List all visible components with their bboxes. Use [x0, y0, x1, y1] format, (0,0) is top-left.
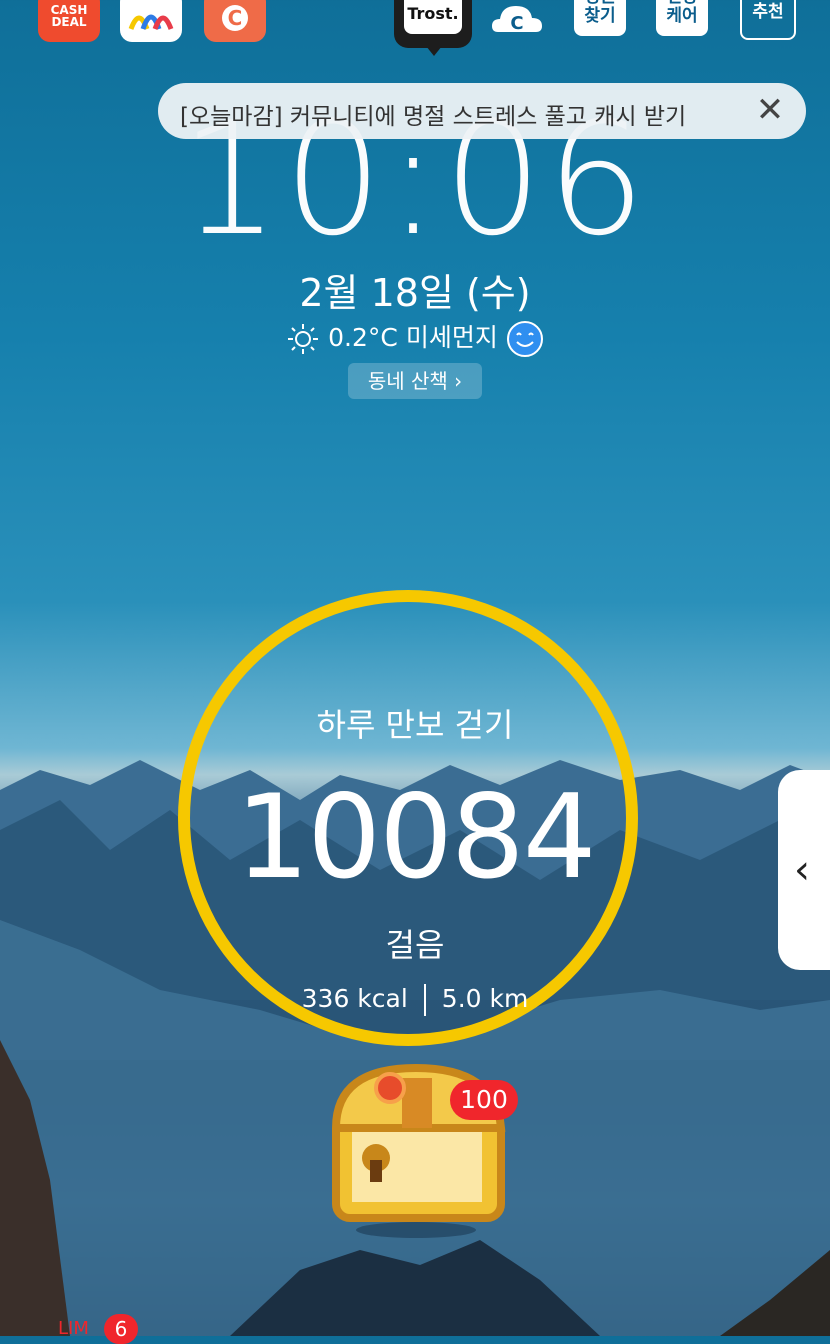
top-app-bar: CASHDEAL C Trost. C 명원찾기 건강케어 추천 [0, 0, 830, 60]
promo-banner-text: [오늘마감] 커뮤니티에 명절 스트레스 풀고 캐시 받기 [180, 104, 687, 130]
cloud-c-icon[interactable]: C [490, 0, 544, 36]
paw-c-icon: C [222, 5, 248, 31]
sun-icon [288, 324, 319, 354]
rainbow-app-icon[interactable] [120, 0, 182, 42]
cash-paw-app-icon[interactable]: C [204, 0, 266, 42]
rainbow-icon [128, 14, 174, 30]
trost-label: Trost. [404, 0, 462, 34]
promo-banner[interactable]: [오늘마감] 커뮤니티에 명절 스트레스 풀고 캐시 받기 ✕ [158, 83, 806, 139]
smiley-icon [506, 321, 543, 357]
distance-value: 5.0 km [441, 984, 529, 1013]
step-stats: 336 kcal 5.0 km [0, 984, 830, 1016]
trost-app-icon[interactable]: Trost. [394, 0, 472, 48]
tile-health-line2: 케어 [666, 6, 698, 26]
trost-pointer [426, 46, 442, 56]
kcal-value: 336 kcal [301, 984, 408, 1013]
pedometer-title: 하루 만보 걷기 [316, 706, 514, 744]
neighborhood-walk-button[interactable]: 동네 산책 › [348, 363, 482, 399]
dust-label: 미세먼지 [405, 323, 498, 352]
step-count: 10084 [235, 770, 596, 905]
tile-find[interactable]: 명원찾기 [574, 0, 626, 36]
notification-count-badge[interactable]: 6 [104, 1314, 138, 1344]
cash-deal-app-icon[interactable]: CASH DEAL [38, 0, 100, 42]
stats-divider [423, 984, 426, 1016]
cash-deal-label-2: DEAL [51, 15, 87, 29]
tile-health-care[interactable]: 건강케어 [656, 0, 708, 36]
svg-text:C: C [510, 13, 523, 34]
side-panel-handle[interactable]: ‹ [778, 770, 830, 970]
close-icon[interactable]: ✕ [752, 93, 788, 129]
chevron-left-icon: ‹ [794, 847, 810, 893]
step-unit: 걸음 [385, 926, 445, 964]
lock-date: 2월 18일 (수) [299, 271, 531, 315]
tile-find-line2: 찾기 [584, 6, 616, 26]
weather-row: 0.2°C 미세먼지 [0, 318, 830, 358]
tile-recommend-label: 추천 [752, 2, 784, 22]
tile-recommend[interactable]: 추천 [740, 0, 796, 40]
temperature: 0.2°C [328, 323, 398, 352]
walk-button-label: 동네 산책 [367, 369, 448, 393]
chevron-right-icon: › [454, 369, 463, 393]
reward-badge: 100 [450, 1080, 518, 1120]
svg-text:C: C [228, 6, 243, 30]
